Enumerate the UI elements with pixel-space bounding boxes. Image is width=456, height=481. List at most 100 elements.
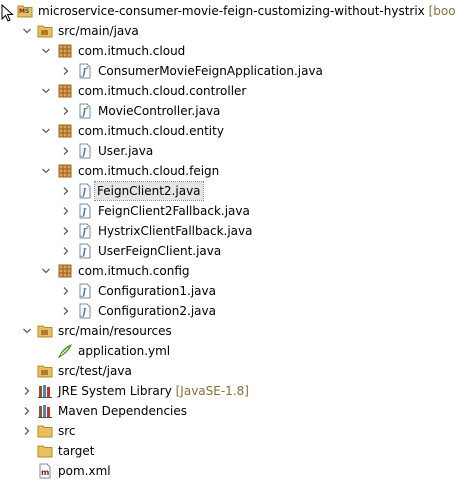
chevron-down-icon[interactable] xyxy=(42,127,50,135)
svg-text:s: s xyxy=(86,105,89,111)
java-file-icon: Js xyxy=(77,223,93,239)
tree-row-pom-file[interactable]: m pom.xml xyxy=(0,461,456,481)
chevron-down-icon[interactable] xyxy=(42,47,50,55)
svg-text:J: J xyxy=(80,188,87,198)
chevron-down-icon[interactable] xyxy=(42,267,50,275)
tree-row-package[interactable]: com.itmuch.cloud.controller xyxy=(0,81,456,101)
library-icon xyxy=(37,383,53,399)
tree-row-maven-dependencies[interactable]: Maven Dependencies xyxy=(0,401,456,421)
tree-row-java-file[interactable]: J Configuration1.java xyxy=(0,281,456,301)
yml-file-icon xyxy=(57,343,73,359)
maven-pom-icon: m xyxy=(37,463,53,479)
package-icon xyxy=(57,43,73,59)
svg-text:s: s xyxy=(86,65,89,71)
tree-row-label: com.itmuch.config xyxy=(78,264,190,278)
chevron-right-icon[interactable] xyxy=(62,107,70,115)
tree-row-decoration: [JavaSE-1.8] xyxy=(175,384,249,398)
source-folder-icon xyxy=(37,323,53,339)
tree-row-label: com.itmuch.cloud.controller xyxy=(78,84,247,98)
chevron-right-icon[interactable] xyxy=(23,407,31,415)
tree-row-label: User.java xyxy=(98,144,154,158)
chevron-right-icon[interactable] xyxy=(62,307,70,315)
chevron-right-icon[interactable] xyxy=(62,147,70,155)
library-icon xyxy=(37,403,53,419)
tree-row-src-folder[interactable]: src xyxy=(0,421,456,441)
chevron-right-icon[interactable] xyxy=(62,247,70,255)
chevron-down-icon[interactable] xyxy=(23,27,31,35)
tree-row-label: com.itmuch.cloud.entity xyxy=(78,124,224,138)
tree-row-jre-library[interactable]: JRE System Library [JavaSE-1.8] xyxy=(0,381,456,401)
tree-row-label: ConsumerMovieFeignApplication.java xyxy=(98,64,323,78)
java-file-icon: J xyxy=(77,203,93,219)
chevron-right-icon[interactable] xyxy=(62,287,70,295)
chevron-down-icon[interactable] xyxy=(42,87,50,95)
tree-row-package[interactable]: com.itmuch.config xyxy=(0,261,456,281)
tree-row-package[interactable]: com.itmuch.cloud.entity xyxy=(0,121,456,141)
tree-row-label: MovieController.java xyxy=(98,104,221,118)
chevron-right-icon[interactable] xyxy=(62,67,70,75)
tree-row-src-test-java[interactable]: src/test/java xyxy=(0,361,456,381)
tree-row-decoration: [boot] xyxy=(428,4,456,18)
tree-row-label: Configuration1.java xyxy=(98,284,216,298)
tree-row-yml-file[interactable]: application.yml xyxy=(0,341,456,361)
source-folder-icon xyxy=(37,363,53,379)
svg-text:s: s xyxy=(86,225,89,231)
tree-row-label: src/main/java xyxy=(58,24,139,38)
svg-text:J: J xyxy=(80,148,87,158)
chevron-right-icon[interactable] xyxy=(62,207,70,215)
tree-row-java-file[interactable]: J UserFeignClient.java xyxy=(0,241,456,261)
tree-row-src-main-resources[interactable]: src/main/resources xyxy=(0,321,456,341)
tree-row-label: JRE System Library [JavaSE-1.8] xyxy=(58,384,249,398)
java-file-icon: J xyxy=(77,283,93,299)
tree-row-label: Maven Dependencies xyxy=(58,404,188,418)
tree-row-project[interactable]: MS microservice-consumer-movie-feign-cus… xyxy=(0,1,456,22)
package-icon xyxy=(57,123,73,139)
svg-text:J: J xyxy=(80,288,87,298)
tree-row-java-file-selected[interactable]: J FeignClient2.java xyxy=(0,181,456,201)
folder-icon xyxy=(37,443,53,459)
tree-row-label: target xyxy=(58,444,95,458)
tree-row-src-main-java[interactable]: src/main/java xyxy=(0,21,456,41)
java-file-icon: J xyxy=(77,183,93,199)
tree-row-label: microservice-consumer-movie-feign-custom… xyxy=(36,2,456,20)
chevron-right-icon[interactable] xyxy=(62,187,70,195)
tree-row-java-file[interactable]: Js MovieController.java xyxy=(0,101,456,121)
tree-row-label: application.yml xyxy=(78,344,171,358)
tree-row-label: com.itmuch.cloud xyxy=(78,44,186,58)
svg-text:m: m xyxy=(41,468,49,477)
chevron-right-icon[interactable] xyxy=(23,387,31,395)
java-file-icon: Js xyxy=(77,103,93,119)
tree-row-label: pom.xml xyxy=(58,464,111,478)
tree-row-package[interactable]: com.itmuch.cloud xyxy=(0,41,456,61)
source-folder-icon xyxy=(37,23,53,39)
tree-row-target-folder[interactable]: target xyxy=(0,441,456,461)
tree-row-java-file[interactable]: Js ConsumerMovieFeignApplication.java xyxy=(0,61,456,81)
tree-row-label: com.itmuch.cloud.feign xyxy=(78,164,220,178)
tree-row-label: Configuration2.java xyxy=(98,304,216,318)
project-explorer-tree: MS microservice-consumer-movie-feign-cus… xyxy=(0,1,456,481)
svg-text:J: J xyxy=(80,308,87,318)
folder-icon xyxy=(37,423,53,439)
svg-text:J: J xyxy=(80,248,87,258)
chevron-right-icon[interactable] xyxy=(23,427,31,435)
tree-row-label: src/main/resources xyxy=(58,324,172,338)
mouse-cursor-icon xyxy=(1,4,15,22)
tree-row-java-file[interactable]: Js HystrixClientFallback.java xyxy=(0,221,456,241)
tree-row-label: src/test/java xyxy=(58,364,132,378)
tree-row-java-file[interactable]: J Configuration2.java xyxy=(0,301,456,321)
java-file-icon: J xyxy=(77,243,93,259)
tree-row-label: HystrixClientFallback.java xyxy=(98,224,253,238)
tree-row-label: FeignClient2Fallback.java xyxy=(98,204,250,218)
chevron-right-icon[interactable] xyxy=(62,227,70,235)
java-file-icon: Js xyxy=(77,63,93,79)
chevron-down-icon[interactable] xyxy=(23,327,31,335)
tree-row-package[interactable]: com.itmuch.cloud.feign xyxy=(0,161,456,181)
chevron-down-icon[interactable] xyxy=(42,167,50,175)
tree-row-java-file[interactable]: J FeignClient2Fallback.java xyxy=(0,201,456,221)
java-file-icon: J xyxy=(77,303,93,319)
package-icon xyxy=(57,83,73,99)
maven-project-icon: MS xyxy=(17,3,33,19)
tree-row-label: UserFeignClient.java xyxy=(98,244,222,258)
tree-row-java-file[interactable]: J User.java xyxy=(0,141,456,161)
package-icon xyxy=(57,163,73,179)
